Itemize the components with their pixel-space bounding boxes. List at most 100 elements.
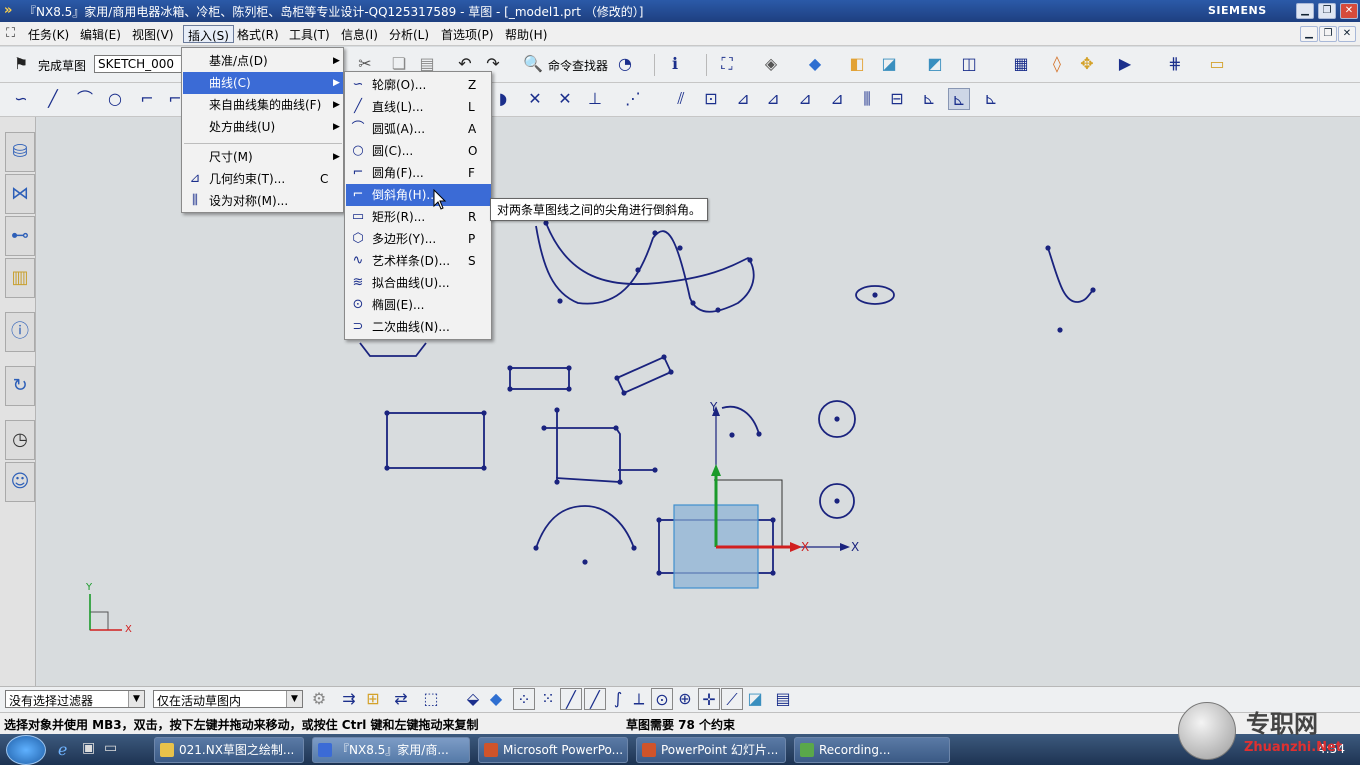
command-finder-button[interactable]: 命令查找器	[548, 57, 608, 74]
profile-tool-icon[interactable]: ∽	[10, 88, 32, 110]
trim-tool-icon[interactable]: ✕	[524, 88, 546, 110]
snap-quadrant-icon[interactable]: ⊕	[674, 688, 696, 710]
minimize-button[interactable]: ▁	[1296, 3, 1314, 19]
snap-curve-icon[interactable]: ∫	[607, 688, 629, 710]
rectangle-select-icon[interactable]: ⬚	[420, 688, 442, 710]
polygon-shape[interactable]	[359, 342, 427, 357]
sheet-icon[interactable]: ▦	[1010, 53, 1032, 75]
menu-conic[interactable]: ⊃ 二次曲线(N)...	[346, 316, 491, 338]
select-all-icon[interactable]: ⊞	[362, 688, 384, 710]
drag-icon[interactable]: ✥	[1076, 53, 1098, 75]
snap-tangent-icon[interactable]: ⟂	[628, 688, 650, 710]
fillet-tool-icon[interactable]: ⌐	[136, 88, 158, 110]
snap-face-icon[interactable]: ◪	[744, 688, 766, 710]
menu-view[interactable]: 视图(V)	[128, 25, 178, 43]
menu-rectangle[interactable]: ▭ 矩形(R)... R	[346, 206, 491, 228]
show-constraint-icon[interactable]: ⊿	[794, 88, 816, 110]
create-inferred-icon[interactable]: ⊾	[918, 88, 940, 110]
selection-list-icon[interactable]: ▤	[772, 688, 794, 710]
reuse-library-icon[interactable]: ▥	[5, 258, 35, 298]
small-rectangle[interactable]	[509, 367, 570, 390]
snap-line-icon[interactable]: ╱	[560, 688, 582, 710]
extend-tool-icon[interactable]: ✕	[554, 88, 576, 110]
menu-polygon[interactable]: ⬡ 多边形(Y)... P	[346, 228, 491, 250]
menu-curve-from-collection[interactable]: 来自曲线集的曲线(F) ▶	[183, 94, 343, 116]
selection-filter-select[interactable]: 没有选择过滤器 ▼	[5, 690, 145, 708]
menu-geometric-constraint[interactable]: ⊿ 几何约束(T)... C	[183, 168, 343, 190]
chevron-down-icon[interactable]: ▼	[286, 691, 302, 707]
assembly-navigator-icon[interactable]: ⛁	[5, 132, 35, 172]
body-select-icon[interactable]: ◆	[485, 688, 507, 710]
task-slideshow[interactable]: PowerPoint 幻灯片...	[636, 737, 786, 763]
roles-icon[interactable]: ☺	[5, 462, 35, 502]
arc-shape[interactable]	[535, 505, 635, 549]
selection-arrow-icon[interactable]: ⇉	[338, 688, 360, 710]
render-style-icon[interactable]: ◆	[804, 53, 826, 75]
face-select-icon[interactable]: ⬙	[462, 688, 484, 710]
assembly-icon[interactable]: ◫	[958, 53, 980, 75]
snap-control-icon[interactable]: ⁙	[537, 688, 559, 710]
menu-task[interactable]: 任务(K)	[24, 25, 73, 43]
menu-tools[interactable]: 工具(T)	[285, 25, 334, 43]
menu-preferences[interactable]: 首选项(P)	[437, 25, 498, 43]
offset-tool-icon[interactable]: ◗	[492, 88, 514, 110]
task-folder[interactable]: 021.NX草图之绘制...	[154, 737, 304, 763]
orient-view-icon[interactable]: ◈	[760, 53, 782, 75]
inferred-constraints-icon[interactable]: ⊟	[886, 88, 908, 110]
desktop-icon[interactable]: ▭	[104, 740, 122, 758]
menu-profile[interactable]: ∽ 轮廓(O)... Z	[346, 74, 491, 96]
menu-insert[interactable]: 插入(S)	[183, 25, 234, 43]
explorer-icon[interactable]: ▣	[82, 740, 100, 758]
snap-point-icon[interactable]: ◔	[614, 53, 636, 75]
menu-fillet[interactable]: ⌐ 圆角(F)... F	[346, 162, 491, 184]
snap-center-icon[interactable]: ⊙	[651, 688, 673, 710]
corner-rectangle[interactable]	[544, 410, 655, 483]
menu-help[interactable]: 帮助(H)	[501, 25, 551, 43]
measure-icon[interactable]: ◊	[1046, 53, 1068, 75]
menu-datum-point[interactable]: 基准/点(D) ▶	[183, 50, 343, 72]
start-button[interactable]	[6, 735, 46, 765]
snap-endpoint-icon[interactable]: ⁘	[513, 688, 535, 710]
menu-studio-spline[interactable]: ∿ 艺术样条(D)... S	[346, 250, 491, 272]
menu-analysis[interactable]: 分析(L)	[385, 25, 433, 43]
task-powerpoint[interactable]: Microsoft PowerPo...	[478, 737, 628, 763]
history-icon[interactable]: ◷	[5, 420, 35, 460]
menu-edit[interactable]: 编辑(E)	[76, 25, 125, 43]
selection-scope-select[interactable]: 仅在活动草图内 ▼	[153, 690, 303, 708]
web-browser-icon[interactable]: ⓘ	[5, 312, 35, 352]
menu-arc[interactable]: ⌒ 圆弧(A)... A	[346, 118, 491, 140]
menu-line[interactable]: ╱ 直线(L)... L	[346, 96, 491, 118]
snap-point-on-curve-icon[interactable]: ⟋	[721, 688, 743, 710]
rectangle-shape[interactable]	[386, 412, 485, 469]
doc-restore-button[interactable]: ❐	[1319, 26, 1337, 42]
menu-curve[interactable]: 曲线(C) ▶	[183, 72, 343, 94]
convert-reference-icon[interactable]: ⊿	[826, 88, 848, 110]
line-tool-icon[interactable]: ╱	[42, 88, 64, 110]
browser-icon[interactable]: ℯ	[58, 740, 76, 759]
menu-make-symmetric[interactable]: ⫼ 设为对称(M)...	[183, 190, 343, 212]
menu-ellipse[interactable]: ⊙ 椭圆(E)...	[346, 294, 491, 316]
geometric-constraint-icon[interactable]: ⊿	[732, 88, 754, 110]
menu-format[interactable]: 格式(R)	[233, 25, 283, 43]
arc-tool-icon[interactable]: ⌒	[74, 88, 96, 110]
auto-constraint-icon[interactable]: ⊿	[762, 88, 784, 110]
doc-close-button[interactable]: ✕	[1338, 26, 1356, 42]
snap-intersection-icon[interactable]: ✛	[698, 688, 720, 710]
alternate-solution-icon[interactable]: ⫼	[856, 88, 878, 110]
command-finder-icon[interactable]: 🔍	[522, 53, 544, 75]
menu-information[interactable]: 信息(I)	[337, 25, 382, 43]
linear-dimension-icon[interactable]: ⊡	[700, 88, 722, 110]
filter-settings-icon[interactable]: ⚙	[308, 688, 330, 710]
corner-tool-icon[interactable]: ⊥	[584, 88, 606, 110]
menu-dimension[interactable]: 尺寸(M) ▶	[183, 146, 343, 168]
grid-icon[interactable]: ⋕	[1164, 53, 1186, 75]
ruler-icon[interactable]: ▭	[1206, 53, 1228, 75]
restore-button[interactable]: ❐	[1318, 3, 1336, 19]
fit-view-icon[interactable]: ⛶	[716, 53, 738, 75]
sketch-name-field[interactable]: SKETCH_000	[94, 55, 182, 73]
rotated-rectangle[interactable]	[615, 355, 673, 395]
menu-recipe-curve[interactable]: 处方曲线(U) ▶	[183, 116, 343, 138]
chevron-down-icon[interactable]: ▼	[128, 691, 144, 707]
menu-fit-curve[interactable]: ≋ 拟合曲线(U)...	[346, 272, 491, 294]
info-icon[interactable]: ℹ	[664, 53, 686, 75]
